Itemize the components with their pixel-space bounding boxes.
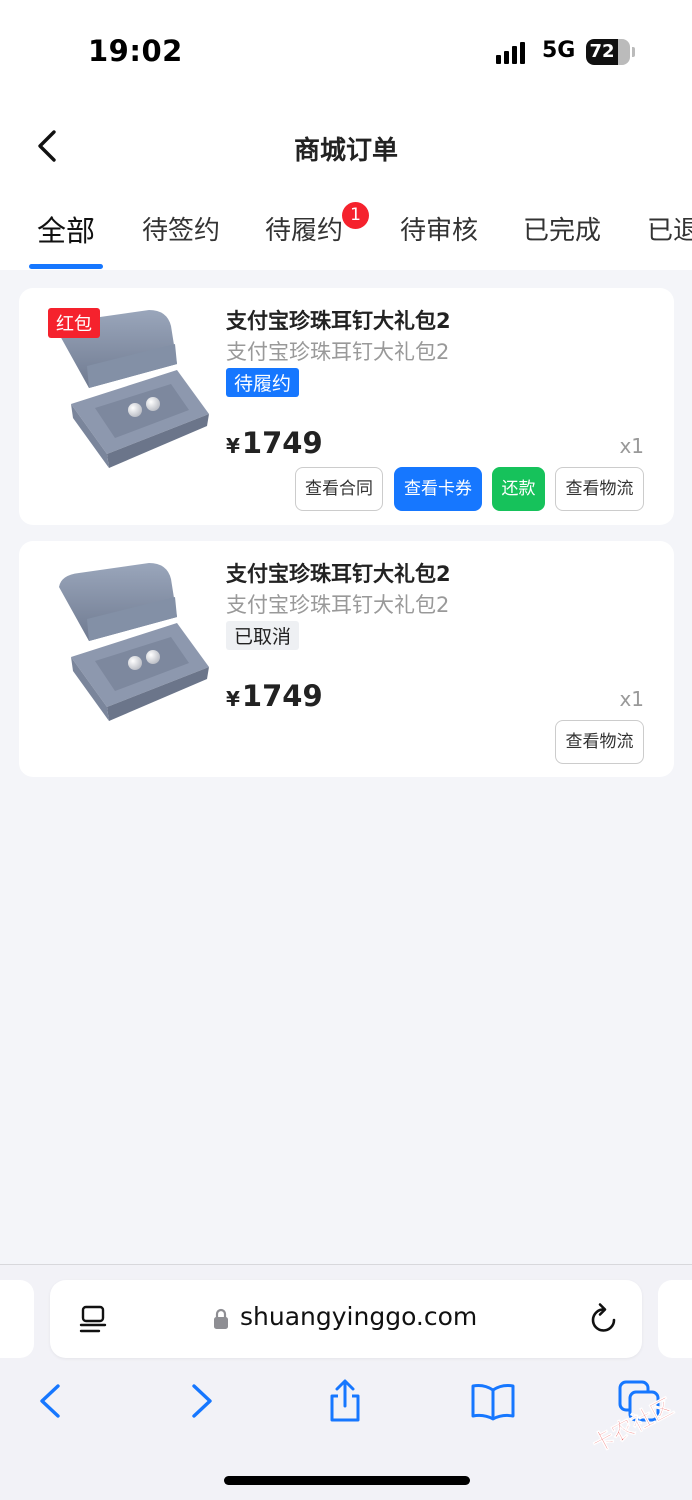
- reload-icon[interactable]: [588, 1302, 620, 1336]
- product-subtitle: 支付宝珍珠耳钉大礼包2: [226, 593, 450, 617]
- home-indicator: [224, 1476, 470, 1485]
- order-card[interactable]: 红包 支付宝珍珠耳钉大礼包2 支付宝珍珠耳钉大礼包2 待履约 ¥1749 x1 …: [19, 288, 674, 525]
- status-bar: 19:02 5G 72: [0, 0, 692, 100]
- forward-arrow-icon[interactable]: [178, 1378, 224, 1424]
- url-field[interactable]: shuangyinggo.com: [50, 1280, 642, 1358]
- view-logistics-button[interactable]: 查看物流: [555, 467, 644, 511]
- status-badge: 已取消: [226, 621, 300, 650]
- status-badge: 待履约: [226, 368, 300, 397]
- battery-percent: 72: [589, 41, 615, 62]
- network-label: 5G: [542, 38, 576, 63]
- price: ¥1749: [226, 426, 323, 460]
- tab-pending-sign[interactable]: 待签约: [142, 210, 220, 247]
- tab-completed[interactable]: 已完成: [523, 210, 601, 247]
- status-time: 19:02: [88, 34, 183, 68]
- tab-pending-fulfill[interactable]: 待履约: [265, 210, 343, 247]
- price: ¥1749: [226, 679, 323, 713]
- quantity: x1: [619, 687, 644, 711]
- price-value: 1749: [241, 679, 323, 713]
- previous-tab-preview[interactable]: [0, 1280, 34, 1358]
- tab-all[interactable]: 全部: [37, 208, 95, 250]
- nav-header: 商城订单: [0, 100, 692, 190]
- lock-icon: [214, 1308, 228, 1329]
- tab-badge: 1: [342, 202, 369, 229]
- view-coupon-button[interactable]: 查看卡券: [394, 467, 482, 511]
- view-logistics-button[interactable]: 查看物流: [555, 720, 644, 764]
- page-title: 商城订单: [293, 136, 398, 166]
- quantity: x1: [619, 434, 644, 458]
- repay-button[interactable]: 还款: [492, 467, 545, 511]
- tab-active-indicator: [29, 264, 103, 269]
- back-arrow-icon[interactable]: [28, 1378, 74, 1424]
- product-title: 支付宝珍珠耳钉大礼包2: [226, 562, 451, 586]
- tab-refunded[interactable]: 已退: [647, 210, 692, 247]
- product-subtitle: 支付宝珍珠耳钉大礼包2: [226, 340, 450, 364]
- tab-pending-review[interactable]: 待审核: [400, 210, 478, 247]
- battery-icon: 72: [586, 39, 630, 65]
- currency-symbol: ¥: [226, 687, 240, 711]
- bookmarks-icon[interactable]: [470, 1378, 516, 1424]
- tab-bar: 全部 待签约 待履约 待审核 已完成 已退: [0, 190, 692, 270]
- order-card[interactable]: 支付宝珍珠耳钉大礼包2 支付宝珍珠耳钉大礼包2 已取消 ¥1749 x1 查看物…: [19, 541, 674, 777]
- next-tab-preview[interactable]: [658, 1280, 692, 1358]
- view-contract-button[interactable]: 查看合同: [295, 467, 383, 511]
- share-icon[interactable]: [322, 1378, 368, 1424]
- redpack-tag: 红包: [48, 308, 100, 338]
- signal-icon: [496, 40, 532, 64]
- price-value: 1749: [241, 426, 323, 460]
- reader-mode-icon[interactable]: [78, 1304, 108, 1334]
- product-title: 支付宝珍珠耳钉大礼包2: [226, 309, 451, 333]
- currency-symbol: ¥: [226, 434, 240, 458]
- product-image: [59, 563, 209, 721]
- url-text: shuangyinggo.com: [240, 1302, 478, 1331]
